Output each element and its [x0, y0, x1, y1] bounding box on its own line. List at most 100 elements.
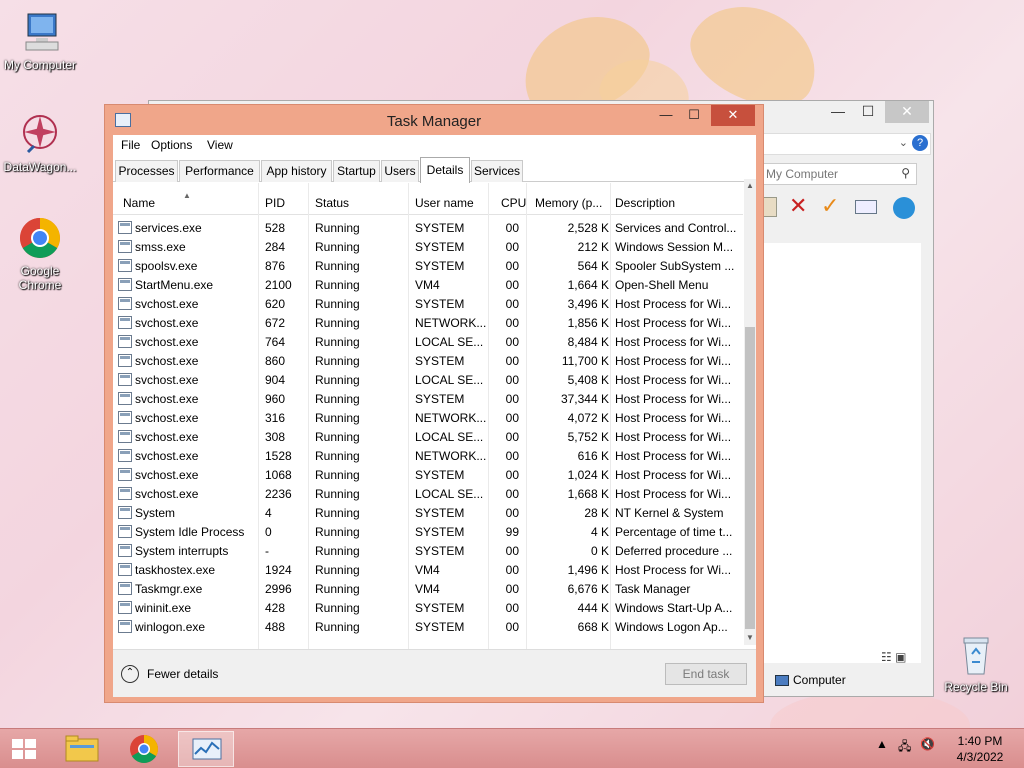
explorer-close-button[interactable]: ✕	[885, 101, 929, 123]
taskbar-task-manager[interactable]	[178, 731, 234, 767]
explorer-maximize-button[interactable]: ☐	[853, 101, 883, 123]
globe-icon[interactable]	[893, 197, 915, 219]
process-description: Percentage of time t...	[615, 525, 733, 539]
table-row[interactable]: svchost.exe 904 Running LOCAL SE... 00 5,408 …	[113, 371, 743, 390]
clock-date: 4/3/2022	[956, 750, 1004, 764]
process-memory: 3,496 K	[567, 297, 609, 311]
tab-details[interactable]: Details	[420, 157, 470, 183]
tab-services[interactable]: Services	[471, 160, 523, 182]
column-header-pid[interactable]: PID	[265, 196, 285, 210]
desktop-icon-recycle-bin[interactable]: Recycle Bin	[936, 630, 1016, 694]
table-row[interactable]: winlogon.exe 488 Running SYSTEM 00 668 K Windo…	[113, 618, 743, 637]
column-header-status[interactable]: Status	[315, 196, 349, 210]
tab-performance[interactable]: Performance	[179, 160, 260, 182]
fewer-details-button[interactable]: ⌃ Fewer details	[121, 665, 218, 683]
process-description: Windows Start-Up A...	[615, 601, 733, 615]
column-header-description[interactable]: Description	[615, 196, 675, 210]
volume-muted-icon[interactable]: 🔇	[920, 737, 935, 751]
process-status: Running	[315, 544, 360, 558]
view-details-icon[interactable]: ☷ ▣	[881, 650, 906, 664]
properties-icon[interactable]	[855, 200, 877, 214]
process-pid: 1528	[265, 449, 292, 463]
maximize-button[interactable]: ☐	[681, 105, 707, 126]
table-row[interactable]: System Idle Process 0 Running SYSTEM 99 4 K Pe…	[113, 523, 743, 542]
process-user: SYSTEM	[415, 468, 465, 482]
process-memory: 1,668 K	[567, 487, 609, 501]
table-row[interactable]: smss.exe 284 Running SYSTEM 00 212 K Windows S…	[113, 238, 743, 257]
column-header-cpu[interactable]: CPU	[501, 196, 526, 210]
table-row[interactable]: svchost.exe 316 Running NETWORK... 00 4,072 K…	[113, 409, 743, 428]
scroll-up-icon[interactable]: ▲	[744, 179, 756, 193]
column-header-name[interactable]: Name	[123, 196, 155, 210]
table-row[interactable]: svchost.exe 960 Running SYSTEM 00 37,344 K Hos…	[113, 390, 743, 409]
table-row[interactable]: svchost.exe 2236 Running LOCAL SE... 00 1,668…	[113, 485, 743, 504]
process-description: Open-Shell Menu	[615, 278, 709, 292]
process-memory: 4,072 K	[567, 411, 609, 425]
table-row[interactable]: taskhostex.exe 1924 Running VM4 00 1,496 K Hos…	[113, 561, 743, 580]
process-name: wininit.exe	[135, 601, 192, 615]
tab-users[interactable]: Users	[381, 160, 419, 182]
column-header-user-name[interactable]: User name	[415, 196, 474, 210]
taskbar-google-chrome[interactable]	[116, 731, 172, 767]
menu-file[interactable]: File	[121, 138, 140, 152]
process-cpu: 00	[505, 411, 519, 425]
delete-icon[interactable]: ✕	[789, 193, 807, 219]
table-row[interactable]: svchost.exe 1068 Running SYSTEM 00 1,024 K Hos…	[113, 466, 743, 485]
checkmark-icon[interactable]: ✓	[821, 193, 839, 219]
process-description: Host Process for Wi...	[615, 354, 732, 368]
clock[interactable]: 1:40 PM 4/3/2022	[948, 733, 1012, 765]
process-memory: 37,344 K	[560, 392, 609, 406]
process-status: Running	[315, 430, 360, 444]
explorer-status-item[interactable]: Computer	[775, 673, 846, 687]
table-row[interactable]: Taskmgr.exe 2996 Running VM4 00 6,676 K Task M…	[113, 580, 743, 599]
show-hidden-icons-icon[interactable]: ▲	[876, 737, 888, 751]
menu-options[interactable]: Options	[151, 138, 192, 152]
explorer-address-bar[interactable]: ⌄ ?	[761, 133, 931, 155]
scroll-down-icon[interactable]: ▼	[744, 631, 756, 645]
folder-icon	[65, 735, 99, 762]
table-row[interactable]: svchost.exe 308 Running LOCAL SE... 00 5,752 …	[113, 428, 743, 447]
table-row[interactable]: svchost.exe 672 Running NETWORK... 00 1,856 K…	[113, 314, 743, 333]
table-row[interactable]: spoolsv.exe 876 Running SYSTEM 00 564 K Spoole…	[113, 257, 743, 276]
task-manager-icon	[192, 738, 222, 760]
explorer-minimize-button[interactable]: —	[823, 101, 853, 123]
table-row[interactable]: svchost.exe 860 Running SYSTEM 00 11,700 K Hos…	[113, 352, 743, 371]
help-icon[interactable]: ?	[912, 135, 928, 151]
process-status: Running	[315, 506, 360, 520]
process-name: Taskmgr.exe	[135, 582, 203, 596]
chevron-down-icon[interactable]: ⌄	[899, 136, 908, 149]
table-row[interactable]: StartMenu.exe 2100 Running VM4 00 1,664 K Open…	[113, 276, 743, 295]
tab-processes[interactable]: Processes	[115, 160, 178, 182]
start-button[interactable]	[12, 739, 36, 759]
menu-bar: File Options View	[113, 135, 756, 155]
tab-app-history[interactable]: App history	[261, 160, 332, 182]
table-row[interactable]: svchost.exe 1528 Running NETWORK... 00 616 K H…	[113, 447, 743, 466]
table-row[interactable]: svchost.exe 764 Running LOCAL SE... 00 8,484 …	[113, 333, 743, 352]
task-manager-window[interactable]: Task Manager — ☐ ✕ File Options View Pro…	[104, 104, 764, 703]
minimize-button[interactable]: —	[653, 105, 679, 126]
chrome-icon	[130, 735, 158, 763]
process-name: System interrupts	[135, 544, 229, 558]
network-icon[interactable]: 🖧	[898, 737, 911, 758]
tab-startup[interactable]: Startup	[333, 160, 380, 182]
table-row[interactable]: svchost.exe 620 Running SYSTEM 00 3,496 K Host…	[113, 295, 743, 314]
vertical-scrollbar[interactable]: ▲ ▼	[744, 179, 756, 645]
desktop-icon-my-computer[interactable]: My Computer	[0, 8, 80, 72]
scrollbar-thumb[interactable]	[745, 327, 755, 629]
clock-time: 1:40 PM	[957, 734, 1003, 748]
column-header-memory[interactable]: Memory (p...	[535, 196, 602, 210]
taskbar-file-explorer[interactable]	[54, 731, 110, 767]
task-manager-titlebar[interactable]: Task Manager — ☐ ✕	[105, 105, 763, 135]
table-row[interactable]: System interrupts - Running SYSTEM 00 0 K Defe…	[113, 542, 743, 561]
table-row[interactable]: services.exe 528 Running SYSTEM 00 2,528 K Ser…	[113, 219, 743, 238]
desktop-icon-datawagon[interactable]: DataWagon...	[0, 110, 80, 174]
explorer-search-input[interactable]: My Computer ⚲	[761, 163, 917, 185]
process-icon	[118, 506, 132, 519]
table-row[interactable]: System 4 Running SYSTEM 00 28 K NT Kernel & Sy…	[113, 504, 743, 523]
menu-view[interactable]: View	[207, 138, 233, 152]
process-pid: 308	[265, 430, 286, 444]
close-button[interactable]: ✕	[711, 105, 755, 126]
desktop-icon-google-chrome[interactable]: Google Chrome	[0, 214, 80, 292]
table-row[interactable]: wininit.exe 428 Running SYSTEM 00 444 K Window…	[113, 599, 743, 618]
end-task-button[interactable]: End task	[665, 663, 747, 685]
